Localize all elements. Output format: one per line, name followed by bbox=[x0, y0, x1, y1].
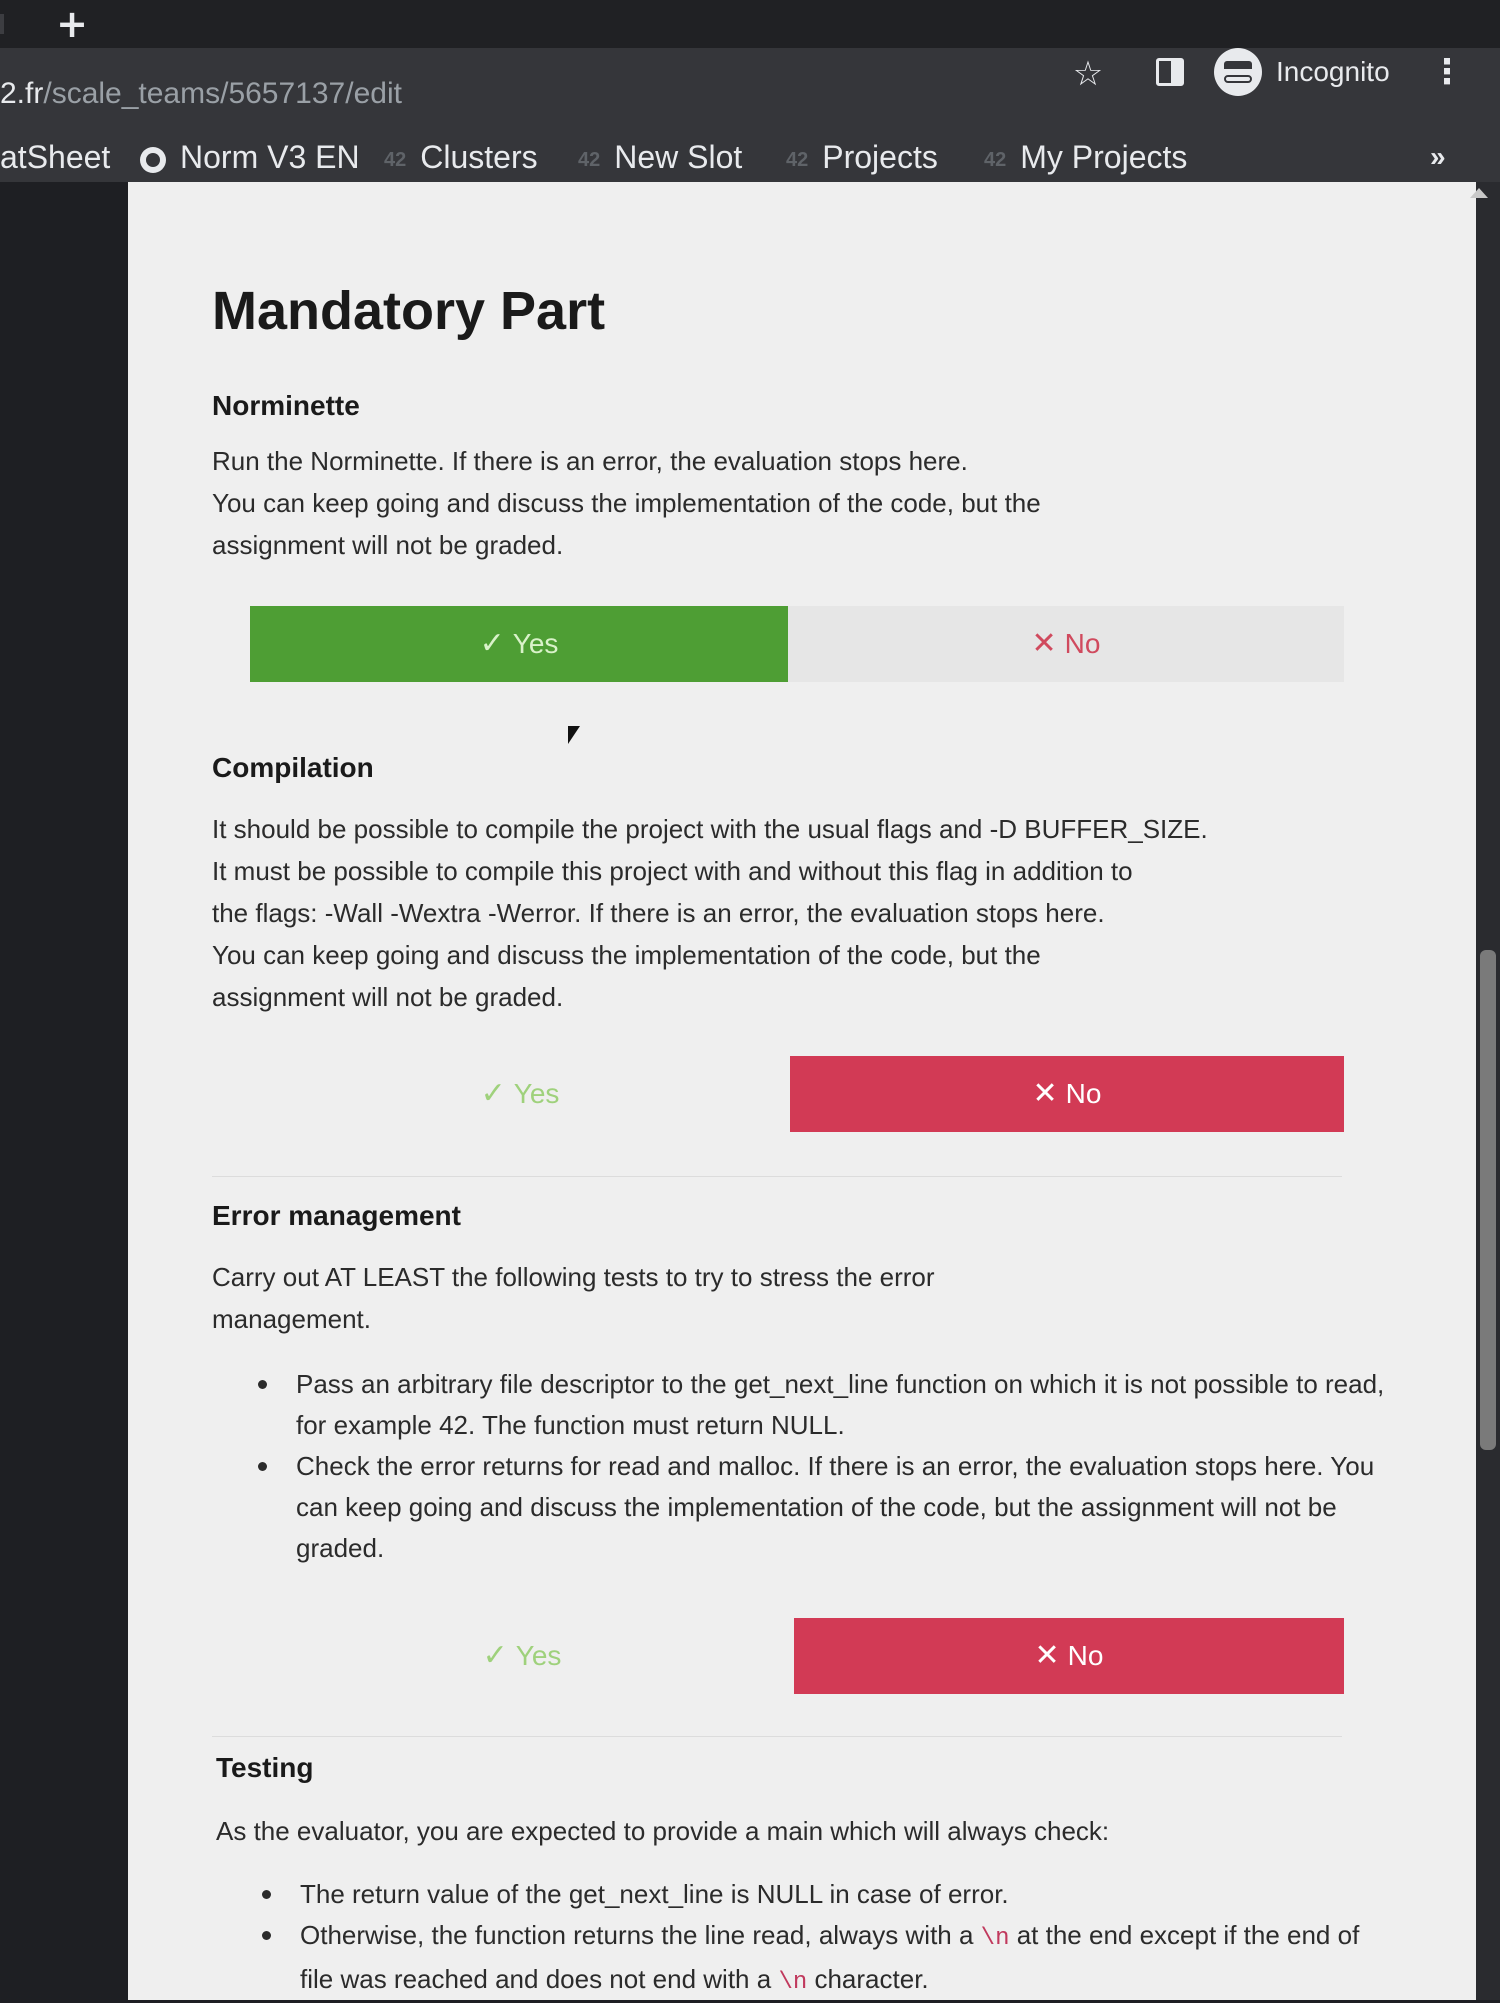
url-path: /scale_teams/5657137/edit bbox=[43, 77, 402, 110]
section-heading-testing: Testing bbox=[216, 1752, 314, 1783]
yes-button[interactable]: ✓ Yes bbox=[250, 606, 788, 682]
scrollbar-thumb[interactable] bbox=[1480, 950, 1496, 1450]
section-divider bbox=[212, 1736, 1342, 1737]
bookmark-label: Clusters bbox=[420, 139, 538, 175]
text-line: the flags: -Wall -Wextra -Werror. If the… bbox=[212, 898, 1105, 928]
bookmark-label: Projects bbox=[822, 139, 938, 175]
list-item: Otherwise, the function returns the line… bbox=[260, 1915, 1390, 2003]
answer-row-compilation: ✓ Yes ✕ No bbox=[250, 1056, 1344, 1132]
globe-icon bbox=[140, 146, 166, 173]
no-button[interactable]: ✕ No bbox=[788, 606, 1344, 682]
url-host: 2.fr bbox=[0, 77, 44, 110]
section-heading-error-management: Error management bbox=[212, 1200, 461, 1231]
bookmark-my-projects[interactable]: 42 My Projects bbox=[984, 132, 1187, 182]
text-line: You can keep going and discuss the imple… bbox=[212, 488, 1041, 518]
cross-icon: ✕ bbox=[1034, 1638, 1060, 1673]
42-logo-icon: 42 bbox=[384, 148, 407, 171]
bookmark-clusters[interactable]: 42 Clusters bbox=[384, 132, 538, 182]
bookmark-label: atSheet bbox=[0, 139, 111, 175]
section-text-compilation: It should be possible to compile the pro… bbox=[212, 808, 1352, 1018]
check-icon: ✓ bbox=[480, 1076, 506, 1111]
bookmark-star-icon[interactable]: ☆ bbox=[1068, 54, 1108, 94]
cross-icon: ✕ bbox=[1031, 626, 1057, 661]
no-label: No bbox=[1067, 1640, 1104, 1671]
list-item: Pass an arbitrary file descriptor to the… bbox=[256, 1364, 1386, 1446]
bookmarks-bar: atSheet Norm V3 EN 42 Clusters 42 New Slot… bbox=[0, 132, 1500, 182]
incognito-label[interactable]: Incognito bbox=[1276, 48, 1390, 96]
text-line: management. bbox=[212, 1304, 371, 1334]
cross-icon: ✕ bbox=[1032, 1076, 1058, 1111]
section-heading-norminette: Norminette bbox=[212, 390, 360, 421]
browser-toolbar: 2.fr/scale_teams/5657137/edit ☆ Incognit… bbox=[0, 48, 1500, 132]
text-line: You can keep going and discuss the imple… bbox=[212, 940, 1041, 970]
answer-row-norminette: ✓ Yes ✕ No bbox=[250, 606, 1344, 682]
section-text-error-management: Carry out AT LEAST the following tests t… bbox=[212, 1256, 1352, 1340]
address-bar[interactable]: 2.fr/scale_teams/5657137/edit bbox=[0, 74, 402, 114]
yes-label: Yes bbox=[513, 1078, 560, 1109]
bookmark-projects[interactable]: 42 Projects bbox=[786, 132, 938, 182]
text-line: It must be possible to compile this proj… bbox=[212, 856, 1133, 886]
text-line: As the evaluator, you are expected to pr… bbox=[216, 1816, 1110, 1846]
yes-button[interactable]: ✓ Yes bbox=[250, 1056, 790, 1132]
yes-label: Yes bbox=[512, 628, 559, 659]
text-line: Run the Norminette. If there is an error… bbox=[212, 446, 968, 476]
42-logo-icon: 42 bbox=[786, 148, 809, 171]
bookmark-label: Norm V3 EN bbox=[180, 139, 360, 175]
no-label: No bbox=[1065, 1078, 1102, 1109]
incognito-icon[interactable] bbox=[1214, 48, 1262, 96]
yes-label: Yes bbox=[515, 1640, 562, 1671]
bookmark-norm[interactable]: Norm V3 EN bbox=[140, 132, 360, 182]
answer-row-error-management: ✓ Yes ✕ No bbox=[250, 1618, 1344, 1694]
tab-strip: + bbox=[0, 0, 1500, 48]
browser-menu-icon[interactable]: ⋮ bbox=[1430, 48, 1464, 96]
text-line: It should be possible to compile the pro… bbox=[212, 814, 1208, 844]
list-item: Check the error returns for read and mal… bbox=[256, 1446, 1386, 1569]
bullet-text: character. bbox=[807, 1964, 929, 1994]
section-divider bbox=[212, 1176, 1342, 1177]
section-text-testing: As the evaluator, you are expected to pr… bbox=[216, 1810, 1356, 1852]
42-logo-icon: 42 bbox=[984, 148, 1007, 171]
bookmark-label: New Slot bbox=[614, 139, 743, 175]
no-button[interactable]: ✕ No bbox=[790, 1056, 1344, 1132]
yes-button[interactable]: ✓ Yes bbox=[250, 1618, 794, 1694]
more-bookmarks-icon[interactable]: » bbox=[1430, 132, 1446, 182]
no-button[interactable]: ✕ No bbox=[794, 1618, 1344, 1694]
mouse-cursor-icon bbox=[568, 726, 580, 744]
section-heading-compilation: Compilation bbox=[212, 752, 374, 783]
text-line: assignment will not be graded. bbox=[212, 530, 564, 560]
text-line: Carry out AT LEAST the following tests t… bbox=[212, 1262, 935, 1292]
no-label: No bbox=[1064, 628, 1101, 659]
page-title: Mandatory Part bbox=[212, 281, 606, 341]
error-tests-list: Pass an arbitrary file descriptor to the… bbox=[256, 1364, 1386, 1569]
bookmark-cheatsheet[interactable]: atSheet bbox=[0, 132, 110, 182]
side-panel-icon[interactable] bbox=[1156, 58, 1184, 86]
check-icon: ✓ bbox=[482, 1638, 508, 1673]
scroll-up-icon[interactable] bbox=[1470, 188, 1488, 198]
section-text-norminette: Run the Norminette. If there is an error… bbox=[212, 440, 1352, 566]
newline-code: \n bbox=[980, 1925, 1010, 1952]
newline-code: \n bbox=[778, 1969, 808, 1996]
42-logo-icon: 42 bbox=[578, 148, 601, 171]
list-item: The return value of the get_next_line is… bbox=[260, 1874, 1390, 1915]
tab-edge[interactable] bbox=[0, 14, 4, 34]
bookmark-label: My Projects bbox=[1020, 139, 1188, 175]
bullet-text: Otherwise, the function returns the line… bbox=[300, 1920, 981, 1950]
testing-checks-list: The return value of the get_next_line is… bbox=[260, 1874, 1390, 2003]
new-tab-button[interactable]: + bbox=[54, 4, 90, 44]
check-icon: ✓ bbox=[479, 626, 505, 661]
bookmark-new-slot[interactable]: 42 New Slot bbox=[578, 132, 742, 182]
text-line: assignment will not be graded. bbox=[212, 982, 564, 1012]
